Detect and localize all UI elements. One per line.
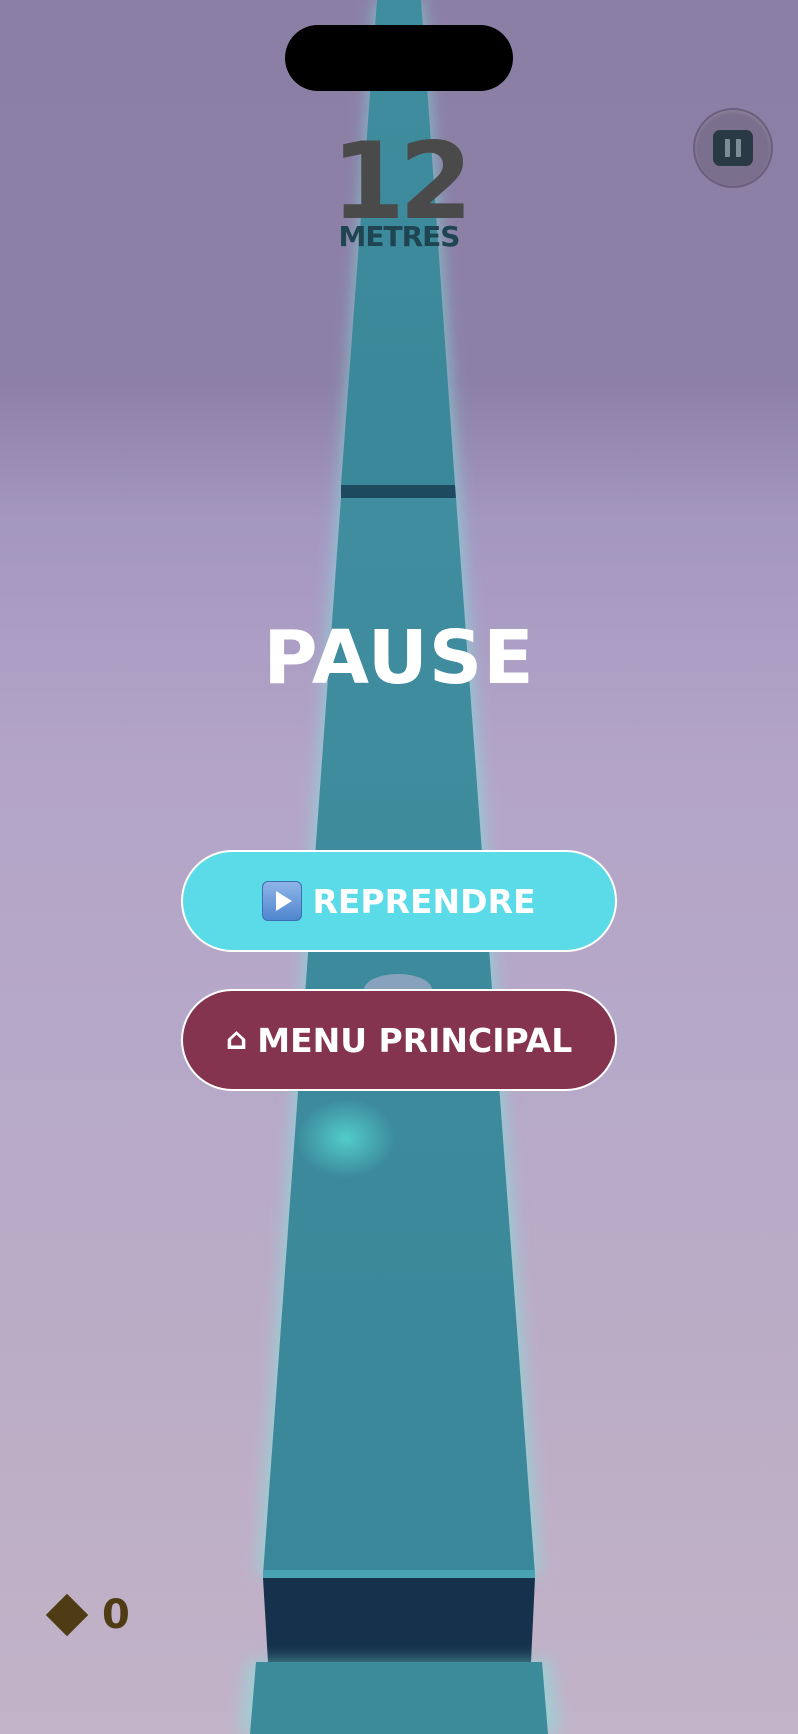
play-icon xyxy=(262,881,303,921)
pause-title: PAUSE xyxy=(263,615,535,701)
score-unit: METRES xyxy=(338,220,461,253)
resume-button[interactable]: REPRENDRE xyxy=(181,850,617,952)
main-menu-button[interactable]: ⌂ MENU PRINCIPAL xyxy=(181,989,617,1091)
track-step xyxy=(263,1578,535,1662)
resume-label: REPRENDRE xyxy=(312,881,536,921)
diamond-icon xyxy=(45,1593,89,1637)
distance-score: 12 METRES xyxy=(299,120,499,254)
menu-label: MENU PRINCIPAL xyxy=(257,1020,573,1060)
track-gap xyxy=(341,485,456,498)
home-icon: ⌂ xyxy=(225,1022,248,1057)
ball-glow xyxy=(296,1098,396,1178)
track-step-edge xyxy=(263,1570,535,1578)
gem-count: 0 xyxy=(102,1592,130,1638)
gem-counter: 0 xyxy=(44,1592,130,1638)
pause-icon xyxy=(713,130,753,166)
device-notch xyxy=(285,25,513,91)
pause-button[interactable] xyxy=(693,108,773,188)
score-value: 12 xyxy=(331,120,473,243)
track-bottom xyxy=(250,1662,548,1734)
